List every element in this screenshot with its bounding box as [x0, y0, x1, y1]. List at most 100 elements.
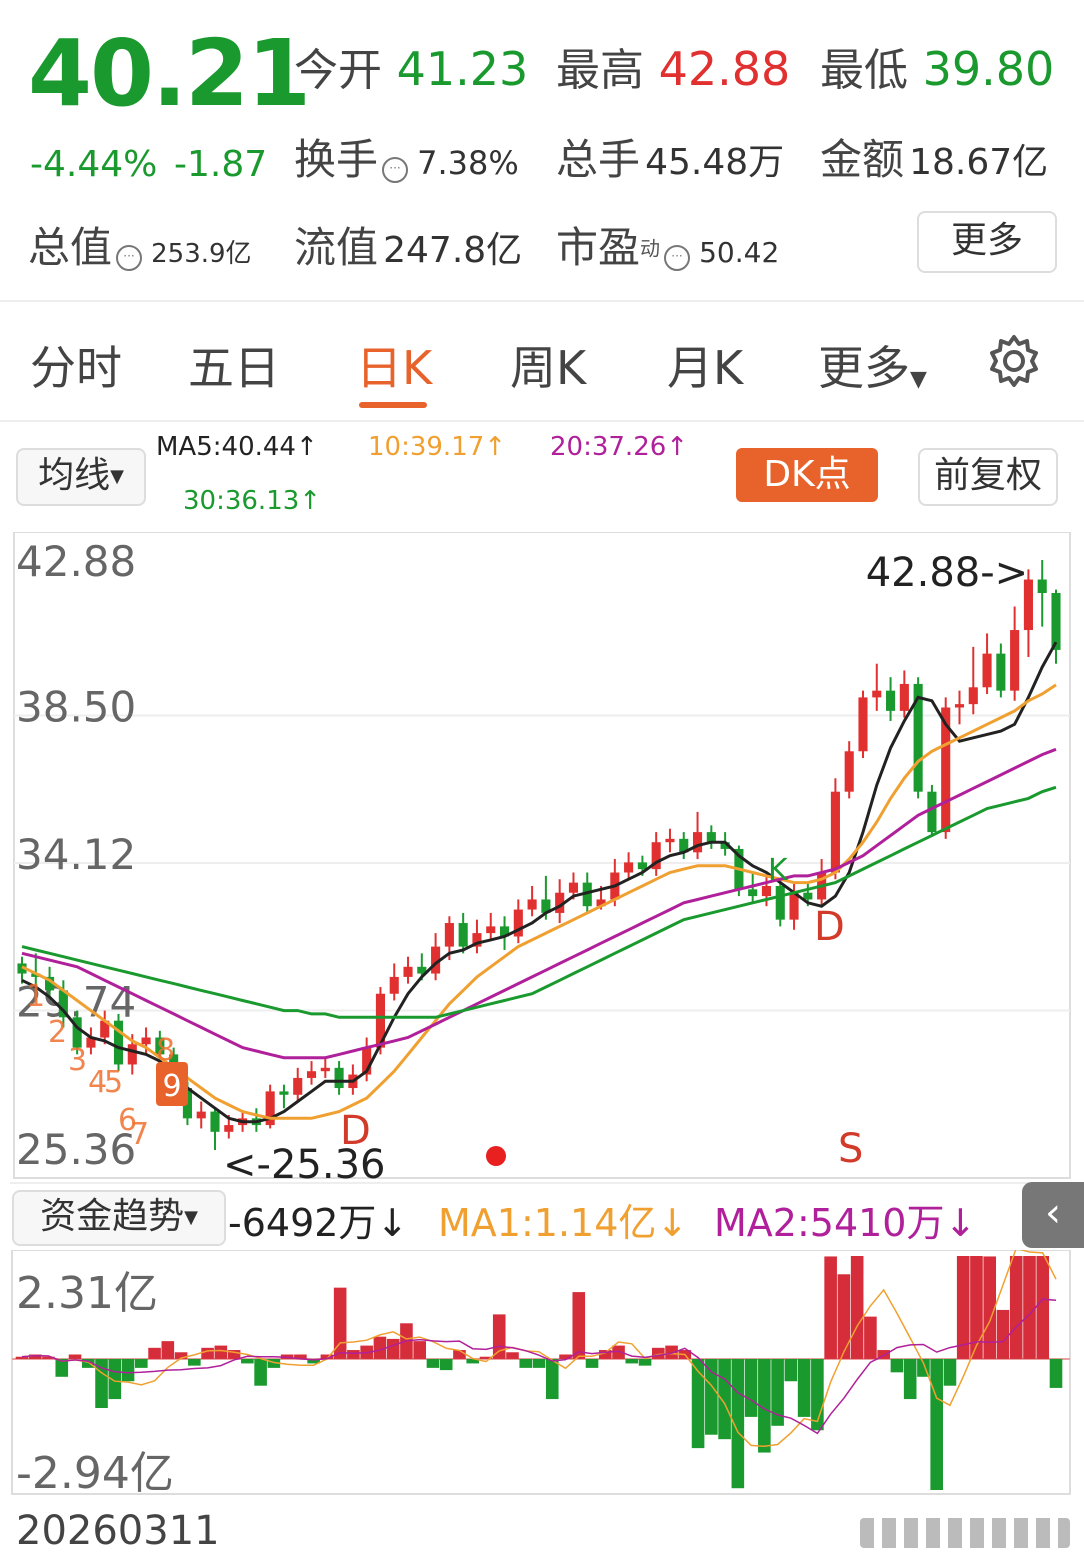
- flow-bar: [439, 1358, 453, 1371]
- ellipsis-circle-icon[interactable]: ···: [382, 156, 409, 183]
- tab-five-day[interactable]: 五日: [188, 332, 280, 398]
- td-count-label: 7: [130, 1117, 149, 1152]
- signal-label: S: [838, 1126, 863, 1172]
- flow-bar: [201, 1347, 214, 1359]
- candle-body: [706, 832, 716, 843]
- flow-bar: [214, 1345, 228, 1359]
- volume-label: 总手: [556, 135, 641, 184]
- ma20-value: 20:37.26↑: [550, 432, 689, 462]
- flow-bar: [135, 1358, 148, 1368]
- gear-icon[interactable]: [984, 331, 1044, 391]
- flow-bar: [241, 1358, 254, 1364]
- tab-daily-k[interactable]: 日K: [356, 332, 432, 398]
- flow-bar: [68, 1354, 82, 1359]
- candle-body: [968, 687, 978, 705]
- market-cap-value: 253.9亿: [151, 239, 252, 269]
- flow-bar: [1009, 1256, 1023, 1359]
- flow-indicator-label: 资金趋势: [40, 1196, 185, 1237]
- money-flow-chart[interactable]: 2.31亿 -2.94亿: [0, 1250, 1084, 1496]
- candle-body: [775, 885, 785, 920]
- pe-value: 50.42: [699, 236, 780, 269]
- td-count-label: 3: [68, 1043, 87, 1078]
- y-tick-label: 38.50: [16, 683, 136, 732]
- amount-stat: 金额 18.67亿: [820, 126, 1048, 187]
- flow-bar: [864, 1316, 877, 1359]
- date-label: 20260311: [16, 1508, 220, 1554]
- flow-bar: [532, 1358, 546, 1368]
- flow-bar: [572, 1292, 586, 1359]
- candle-body: [927, 791, 937, 833]
- td-count-label: 1: [26, 979, 45, 1014]
- candle-body: [748, 889, 758, 897]
- candle-body: [224, 1125, 234, 1132]
- collapse-panel-button[interactable]: ‹: [1022, 1182, 1084, 1248]
- tab-intraday[interactable]: 分时: [30, 332, 122, 398]
- tab-weekly-k[interactable]: 周K: [510, 332, 586, 398]
- td-count-label: 2: [48, 1015, 67, 1050]
- ellipsis-circle-icon[interactable]: ···: [664, 244, 691, 271]
- flow-indicator-selector[interactable]: 资金趋势▼: [12, 1190, 226, 1246]
- pe-stat[interactable]: 市盈动 ··· 50.42: [556, 214, 779, 275]
- y-tick-label: -2.94亿: [16, 1448, 174, 1496]
- open-value: 41.23: [396, 42, 529, 96]
- indicator-selector[interactable]: 均线▼: [16, 448, 146, 506]
- flow-bar: [1049, 1358, 1063, 1388]
- market-cap-label: 总值: [28, 223, 113, 272]
- amount-label: 金额: [820, 135, 905, 184]
- tab-more[interactable]: 更多▼: [818, 332, 927, 398]
- y-tick-label: 34.12: [16, 830, 136, 879]
- tabs-divider: [0, 420, 1084, 422]
- flow-bar: [519, 1358, 533, 1368]
- candle-body: [637, 862, 647, 870]
- flow-bar: [188, 1358, 201, 1366]
- candle-body: [403, 966, 413, 977]
- y-tick-label: 2.31亿: [16, 1268, 158, 1319]
- flow-bar: [585, 1358, 599, 1368]
- flow-bar: [426, 1358, 440, 1368]
- flow-ma1-value: MA1:1.14亿↓: [438, 1201, 689, 1245]
- candle-body: [665, 838, 675, 843]
- float-cap-value: 247.8亿: [383, 230, 523, 271]
- kline-chart[interactable]: 42.8838.5034.1229.7425.3642.88-><-25.361…: [0, 532, 1084, 1180]
- candle-body: [334, 1067, 344, 1089]
- scrollbar[interactable]: [860, 1518, 1070, 1548]
- candle-body: [858, 697, 868, 752]
- candle-body: [872, 690, 882, 698]
- flow-bar: [718, 1358, 731, 1440]
- open-label: 今开: [294, 45, 382, 96]
- turnover-stat[interactable]: 换手 ··· 7.38%: [294, 126, 519, 187]
- more-stats-button[interactable]: 更多: [917, 211, 1057, 273]
- candle-body: [1051, 593, 1061, 650]
- flow-bar: [903, 1358, 917, 1400]
- signal-label: K: [768, 853, 789, 888]
- chart-divider: [10, 1182, 1074, 1184]
- ellipsis-circle-icon[interactable]: ···: [116, 244, 143, 271]
- dk-point-button[interactable]: DK点: [736, 448, 878, 502]
- volume-stat: 总手 45.48万: [556, 126, 784, 187]
- candle-body: [954, 704, 965, 708]
- flow-current-value: -6492万↓: [228, 1201, 409, 1245]
- flow-bar: [545, 1358, 559, 1400]
- open-stat: 今开 41.23: [294, 34, 528, 98]
- flow-bar: [890, 1358, 904, 1373]
- y-tick-label: 42.88: [16, 537, 136, 586]
- td-count-label: 5: [104, 1065, 123, 1100]
- caret-down-icon: ▼: [110, 466, 124, 487]
- market-cap-stat[interactable]: 总值 ··· 253.9亿: [28, 214, 252, 275]
- ma5-value: MA5:40.44↑: [156, 432, 318, 462]
- candle-body: [886, 690, 896, 711]
- td-count-label: 9: [162, 1069, 181, 1104]
- candle-body: [527, 899, 537, 910]
- flow-bar: [850, 1256, 864, 1359]
- candle-body: [320, 1067, 330, 1072]
- float-cap-label: 流值: [294, 223, 379, 272]
- change-percent: -4.44%: [30, 144, 158, 185]
- adjust-mode-button[interactable]: 前复权: [918, 448, 1058, 506]
- flow-bar: [492, 1314, 506, 1359]
- tab-monthly-k[interactable]: 月K: [667, 332, 743, 398]
- caret-down-icon: ▼: [184, 1207, 198, 1228]
- flow-bar: [347, 1350, 360, 1359]
- indicator-selector-label: 均线: [38, 455, 111, 496]
- candle-body: [830, 791, 840, 873]
- flow-bar: [413, 1341, 426, 1359]
